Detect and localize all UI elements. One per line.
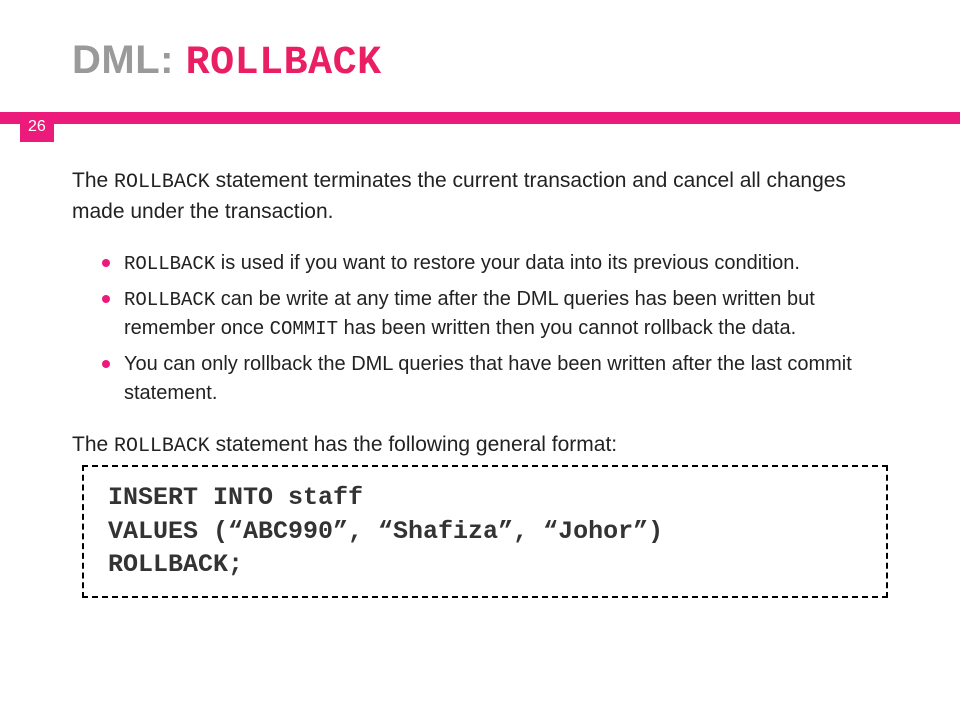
divider-bar (0, 112, 960, 124)
divider: 26 (0, 112, 960, 142)
format-keyword: ROLLBACK (114, 434, 210, 457)
bullet-list: ROLLBACK is used if you want to restore … (102, 249, 888, 408)
bullet-text: You can only rollback the DML queries th… (124, 353, 852, 404)
page-number-badge: 26 (20, 112, 54, 142)
code-example: INSERT INTO staff VALUES (“ABC990”, “Sha… (82, 465, 888, 598)
bullet-text: is used if you want to restore your data… (215, 252, 800, 274)
list-item: You can only rollback the DML queries th… (102, 350, 888, 408)
bullet-keyword: ROLLBACK (124, 289, 215, 311)
format-intro: The ROLLBACK statement has the following… (72, 430, 888, 461)
bullet-text-2: has been written then you cannot rollbac… (338, 317, 796, 339)
list-item: ROLLBACK can be write at any time after … (102, 285, 888, 344)
bullet-keyword: ROLLBACK (124, 253, 215, 275)
title-keyword: ROLLBACK (186, 41, 382, 86)
intro-pre: The (72, 169, 114, 192)
bullet-keyword-2: COMMIT (270, 318, 338, 340)
title-prefix: DML: (72, 38, 186, 82)
slide-title: DML: ROLLBACK (72, 38, 888, 86)
slide: DML: ROLLBACK 26 The ROLLBACK statement … (0, 0, 960, 720)
list-item: ROLLBACK is used if you want to restore … (102, 249, 888, 279)
slide-body: The ROLLBACK statement terminates the cu… (72, 166, 888, 598)
intro-paragraph: The ROLLBACK statement terminates the cu… (72, 166, 888, 227)
intro-keyword: ROLLBACK (114, 170, 210, 193)
format-post: statement has the following general form… (210, 433, 617, 456)
format-pre: The (72, 433, 114, 456)
